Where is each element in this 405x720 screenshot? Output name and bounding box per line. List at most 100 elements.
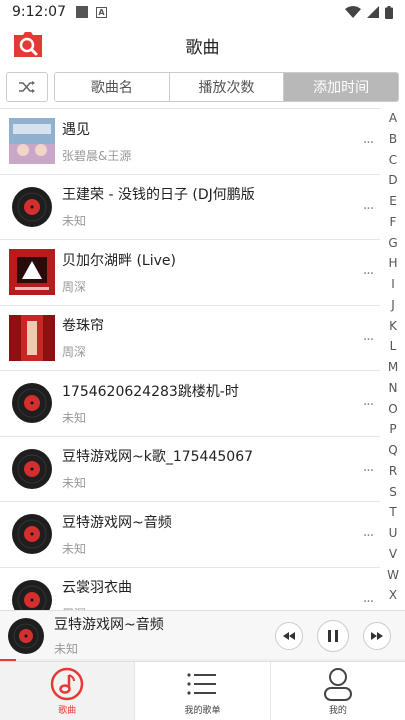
song-artist: 未知 xyxy=(62,541,87,556)
alphabet-letter[interactable]: F xyxy=(390,212,397,233)
alphabet-letter[interactable]: G xyxy=(388,233,397,254)
album-cover-image xyxy=(9,249,55,296)
alphabet-letter[interactable]: M xyxy=(388,357,398,378)
previous-button[interactable] xyxy=(275,621,303,650)
song-title: 1754620624283跳楼机-时 xyxy=(62,383,239,400)
alphabet-letter[interactable]: N xyxy=(389,378,398,399)
more-options-icon[interactable]: ··· xyxy=(360,463,376,479)
more-options-icon[interactable]: ··· xyxy=(360,397,376,413)
song-artist: 未知 xyxy=(62,410,87,425)
alphabet-letter[interactable]: C xyxy=(389,150,397,171)
status-time: 9:12:07 xyxy=(12,4,66,20)
alphabet-letter[interactable]: S xyxy=(389,482,397,503)
app-logo-search-icon[interactable] xyxy=(14,31,42,57)
more-options-icon[interactable]: ··· xyxy=(360,266,376,282)
nav-label: 我的歌单 xyxy=(184,706,221,716)
notification-icon xyxy=(75,6,88,18)
song-list: 遇见 张碧晨&王源 ··· 王建荣 - 没钱的日子 (DJ何鹏版 未知 ··· … xyxy=(0,108,380,611)
tab-sort-by-added-time[interactable]: 添加时间 xyxy=(284,73,398,101)
song-artist: 周深 xyxy=(62,279,87,294)
more-options-icon[interactable]: ··· xyxy=(360,594,376,610)
song-title: 豆特游戏网~k歌_175445067 xyxy=(62,449,254,466)
vinyl-disc-icon xyxy=(12,383,52,424)
cellular-icon xyxy=(367,6,379,18)
nav-mine[interactable]: 我的 xyxy=(270,662,405,720)
alphabet-letter[interactable]: K xyxy=(389,316,397,337)
mini-player[interactable]: 豆特游戏网~音频 未知 xyxy=(0,610,405,660)
notification-a-icon: A xyxy=(95,6,107,18)
rewind-icon xyxy=(283,631,295,640)
song-row[interactable]: 贝加尔湖畔 (Live) 周深 ··· xyxy=(0,240,380,306)
shuffle-icon xyxy=(19,81,35,93)
more-options-icon[interactable]: ··· xyxy=(360,528,376,544)
fast-forward-icon xyxy=(371,631,383,640)
alphabet-letter[interactable]: E xyxy=(389,191,397,212)
album-cover-image xyxy=(9,314,55,361)
wifi-icon xyxy=(345,6,361,18)
pause-button[interactable] xyxy=(317,619,349,652)
alphabet-letter[interactable]: V xyxy=(389,544,397,565)
vinyl-disc-icon xyxy=(12,514,52,555)
nav-songs[interactable]: 歌曲 xyxy=(0,662,136,720)
song-row[interactable]: 豆特游戏网~k歌_175445067 未知 ··· xyxy=(0,437,380,502)
song-artist: 张碧晨&王源 xyxy=(62,148,132,163)
song-row[interactable]: 云裳羽衣曲 周深 ··· xyxy=(0,568,380,611)
song-title: 王建荣 - 没钱的日子 (DJ何鹏版 xyxy=(62,187,255,204)
more-options-icon[interactable]: ··· xyxy=(360,201,376,217)
pause-icon xyxy=(328,629,338,642)
song-title: 豆特游戏网~音频 xyxy=(62,514,172,531)
vinyl-disc-icon xyxy=(8,617,44,654)
shuffle-button[interactable] xyxy=(6,72,48,102)
song-row[interactable]: 豆特游戏网~音频 未知 ··· xyxy=(0,502,380,568)
alphabet-letter[interactable]: I xyxy=(391,274,395,295)
song-title: 云裳羽衣曲 xyxy=(62,580,132,597)
song-artist: 周深 xyxy=(62,345,87,360)
alphabet-index[interactable]: A B C D E F G H I J K L M N O P Q R S T … xyxy=(381,108,405,611)
sort-tabs: 歌曲名 播放次数 添加时间 xyxy=(54,72,399,102)
status-bar: 9:12:07 A xyxy=(0,0,405,24)
tab-sort-by-name[interactable]: 歌曲名 xyxy=(55,73,170,101)
vinyl-disc-icon xyxy=(12,186,52,227)
alphabet-letter[interactable]: J xyxy=(391,295,395,316)
alphabet-letter[interactable]: O xyxy=(388,399,397,420)
song-row[interactable]: 卷珠帘 周深 ··· xyxy=(0,306,380,371)
app-header: 歌曲 xyxy=(0,24,405,66)
nav-label: 歌曲 xyxy=(58,706,77,716)
vinyl-disc-icon xyxy=(12,579,52,611)
nav-label: 我的 xyxy=(328,706,347,716)
alphabet-letter[interactable]: Q xyxy=(388,440,397,461)
now-playing-artist: 未知 xyxy=(54,642,79,656)
alphabet-letter[interactable]: R xyxy=(389,461,397,482)
song-row[interactable]: 遇见 张碧晨&王源 ··· xyxy=(0,109,380,175)
tab-sort-by-play-count[interactable]: 播放次数 xyxy=(169,73,285,101)
now-playing-title: 豆特游戏网~音频 xyxy=(54,617,164,633)
song-title: 遇见 xyxy=(62,121,90,138)
alphabet-letter[interactable]: U xyxy=(389,523,398,544)
song-title: 贝加尔湖畔 (Live) xyxy=(62,252,176,269)
alphabet-letter[interactable]: B xyxy=(389,129,397,150)
more-options-icon[interactable]: ··· xyxy=(360,135,376,151)
bottom-nav: 歌曲 我的歌单 我的 xyxy=(0,661,405,720)
song-row[interactable]: 1754620624283跳楼机-时 未知 ··· xyxy=(0,371,380,437)
album-cover-image xyxy=(9,118,55,165)
page-title: 歌曲 xyxy=(185,37,220,58)
song-title: 卷珠帘 xyxy=(62,318,104,335)
song-artist: 未知 xyxy=(62,476,87,491)
alphabet-letter[interactable]: W xyxy=(387,565,399,586)
alphabet-letter[interactable]: A xyxy=(389,108,397,129)
alphabet-letter[interactable]: L xyxy=(390,336,397,357)
vinyl-disc-icon xyxy=(12,448,52,489)
list-icon xyxy=(187,673,217,695)
nav-my-playlists[interactable]: 我的歌单 xyxy=(135,662,271,720)
alphabet-letter[interactable]: D xyxy=(388,170,397,191)
music-note-icon xyxy=(50,667,84,701)
alphabet-letter[interactable]: H xyxy=(388,253,397,274)
alphabet-letter[interactable]: T xyxy=(389,502,396,523)
song-artist: 未知 xyxy=(62,214,87,229)
song-row[interactable]: 王建荣 - 没钱的日子 (DJ何鹏版 未知 ··· xyxy=(0,175,380,240)
alphabet-letter[interactable]: X xyxy=(389,585,397,606)
next-button[interactable] xyxy=(363,621,391,650)
alphabet-letter[interactable]: P xyxy=(389,419,396,440)
user-icon xyxy=(323,668,352,701)
more-options-icon[interactable]: ··· xyxy=(360,332,376,348)
